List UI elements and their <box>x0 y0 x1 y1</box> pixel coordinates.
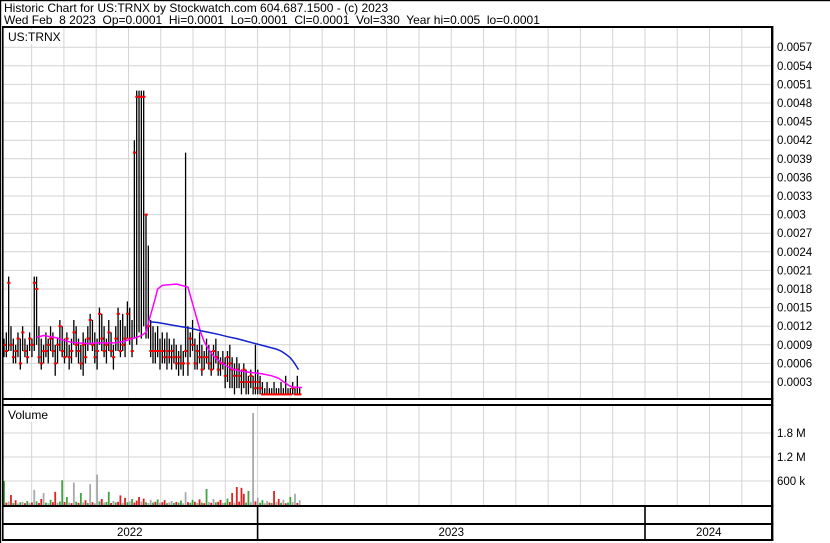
svg-text:0.0057: 0.0057 <box>777 42 812 54</box>
svg-text:0.0015: 0.0015 <box>777 303 812 315</box>
svg-text:0.0039: 0.0039 <box>777 154 812 166</box>
svg-text:0.0033: 0.0033 <box>777 191 812 203</box>
svg-text:0.0018: 0.0018 <box>777 284 812 296</box>
svg-text:0.0042: 0.0042 <box>777 135 812 147</box>
svg-text:0.0009: 0.0009 <box>777 340 812 352</box>
chart-canvas: 0.0057 0.0054 0.0051 0.0048 0.0045 0.0042 0.00… <box>0 0 830 543</box>
svg-text:2022: 2022 <box>117 527 143 539</box>
panel-borders <box>0 0 830 543</box>
gridlines <box>3 28 771 505</box>
svg-text:0.0036: 0.0036 <box>777 172 812 184</box>
year-axis-labels: 2022 2023 2024 <box>117 527 722 539</box>
volume-panel-label: Volume <box>6 408 51 422</box>
volume-bars <box>3 413 301 505</box>
svg-text:2024: 2024 <box>696 527 722 539</box>
svg-text:0.0012: 0.0012 <box>777 321 812 333</box>
svg-text:2023: 2023 <box>439 527 465 539</box>
svg-text:0.0021: 0.0021 <box>777 265 812 277</box>
svg-text:0.0027: 0.0027 <box>777 228 812 240</box>
price-bars <box>3 90 301 395</box>
svg-text:1.2 M: 1.2 M <box>777 452 806 464</box>
svg-text:0.0054: 0.0054 <box>777 61 813 73</box>
svg-text:0.003: 0.003 <box>777 210 806 222</box>
stock-chart-window: { "header": { "line1": "Historic Chart f… <box>0 0 830 543</box>
volume-axis-labels: 1.8 M 1.2 M 600 k <box>777 428 806 488</box>
price-axis-labels: 0.0057 0.0054 0.0051 0.0048 0.0045 0.0042 0.00… <box>777 42 813 389</box>
close-ticks <box>2 95 302 396</box>
svg-text:0.0048: 0.0048 <box>777 98 812 110</box>
svg-text:0.0003: 0.0003 <box>777 377 812 389</box>
svg-text:0.0024: 0.0024 <box>777 247 813 259</box>
svg-text:0.0006: 0.0006 <box>777 358 812 370</box>
svg-text:1.8 M: 1.8 M <box>777 428 806 440</box>
svg-text:0.0051: 0.0051 <box>777 79 812 91</box>
symbol-label: US:TRNX <box>6 30 63 44</box>
svg-text:0.0045: 0.0045 <box>777 117 812 129</box>
svg-text:600 k: 600 k <box>777 476 805 488</box>
